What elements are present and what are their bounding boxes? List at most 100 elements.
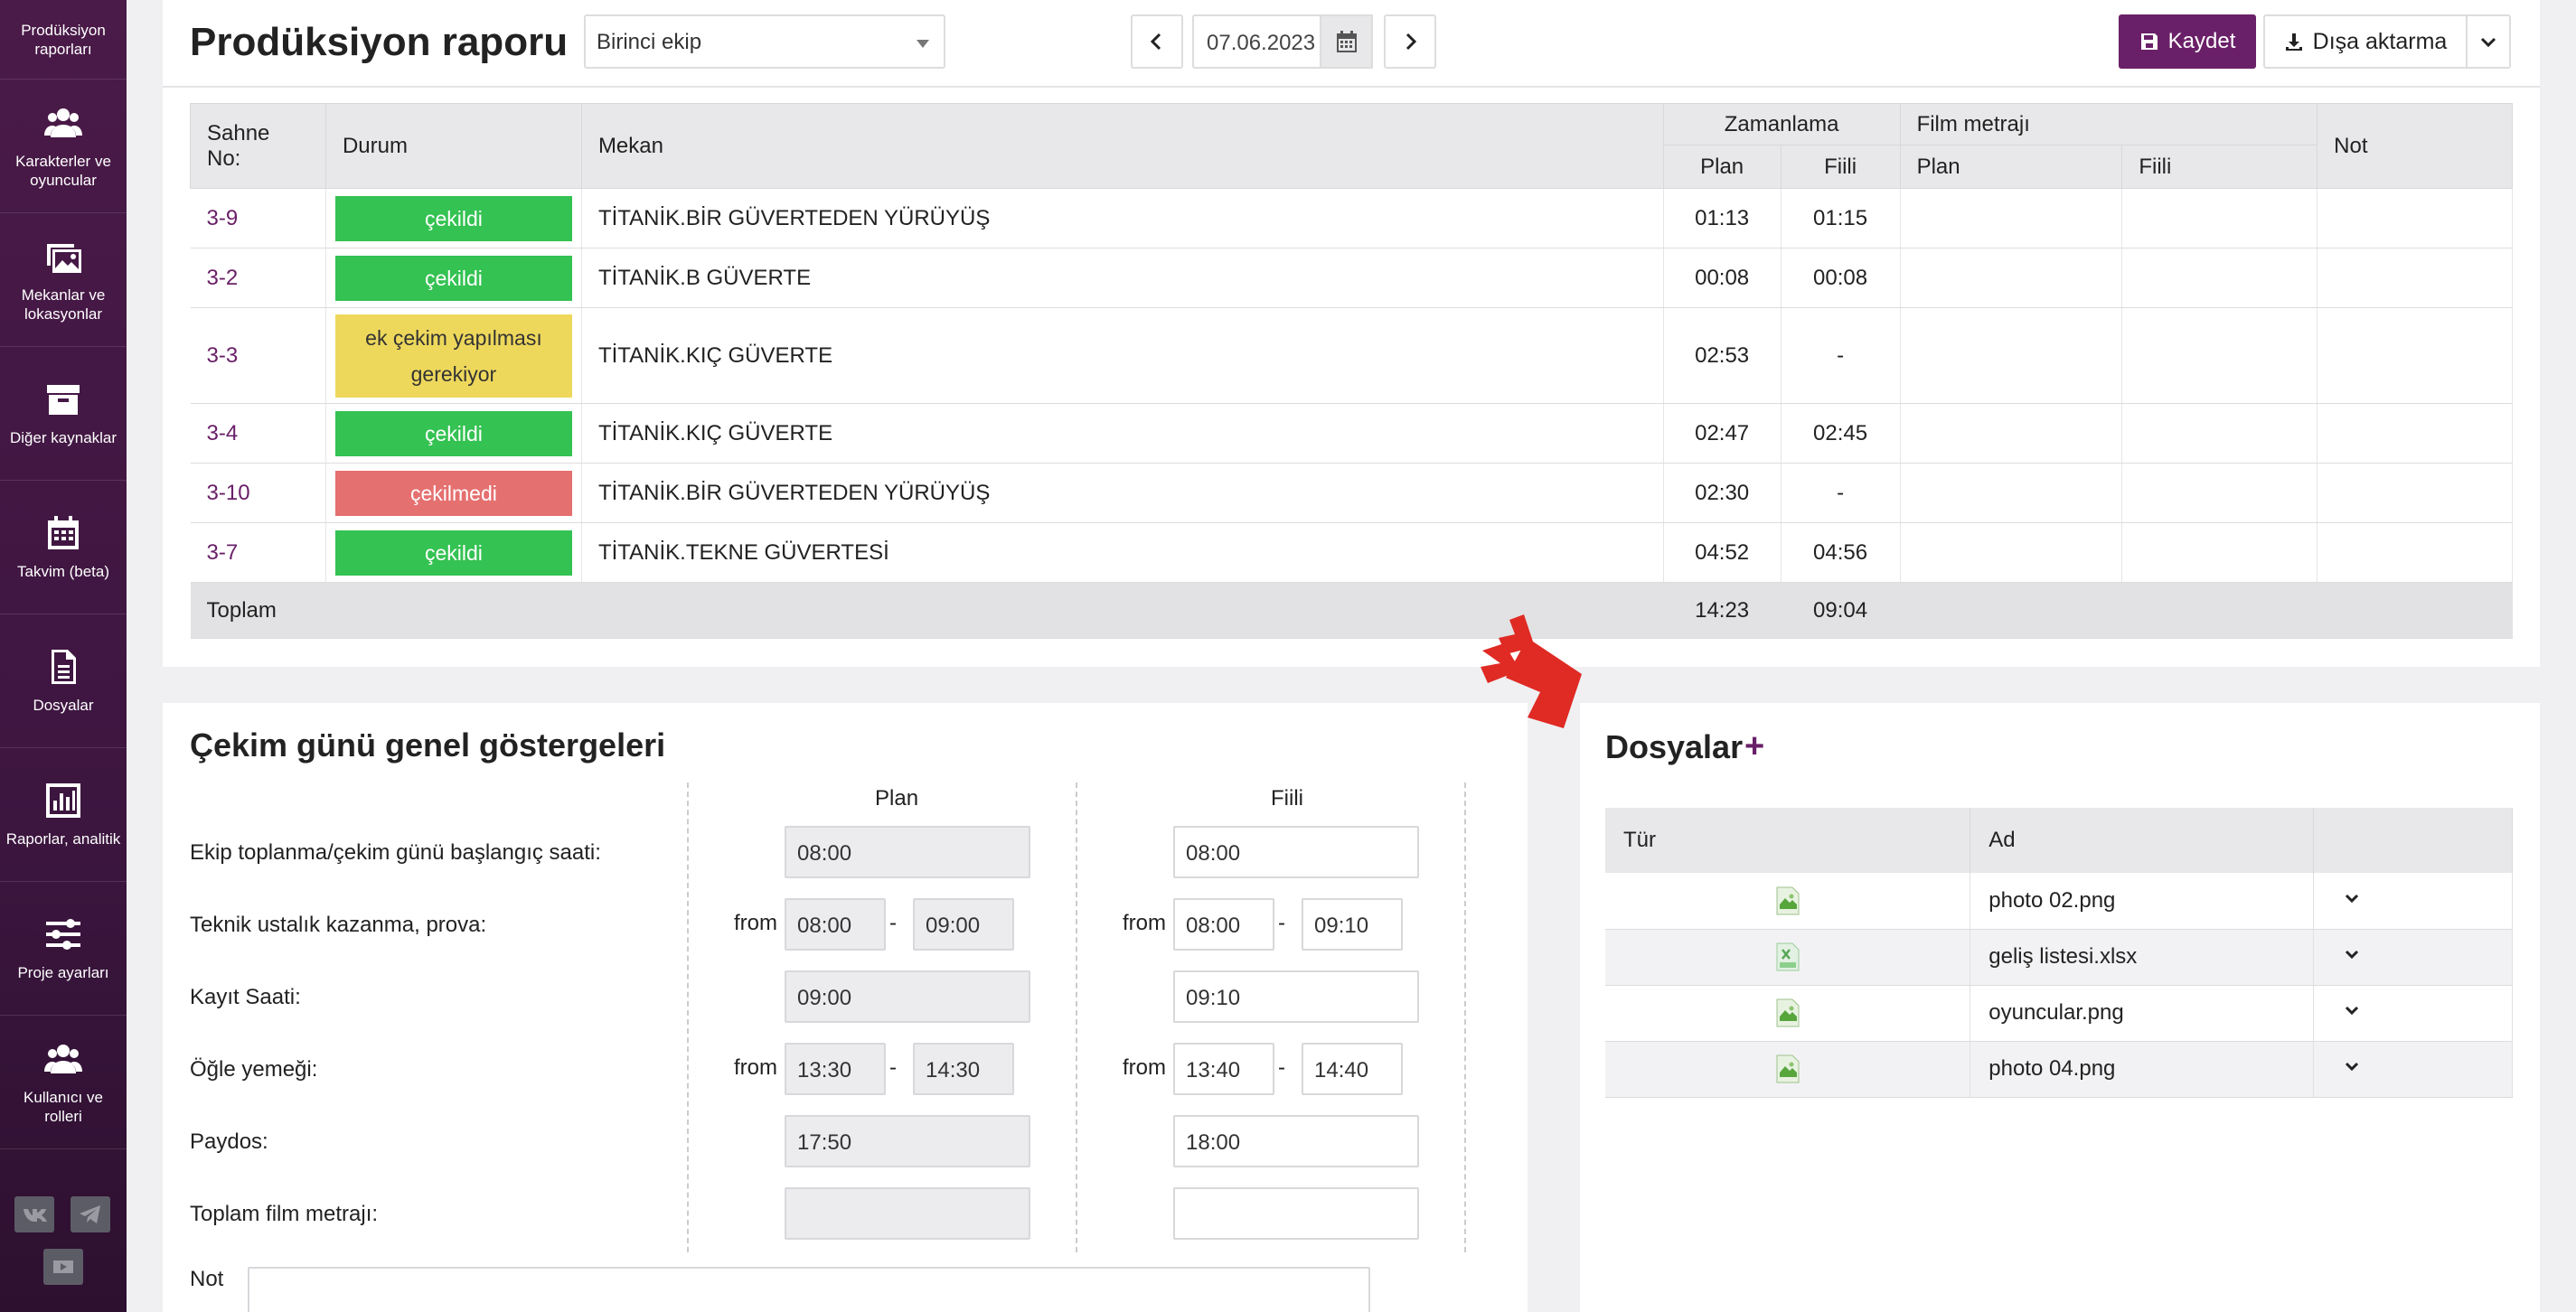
- status-badge[interactable]: ek çekim yapılması gerekiyor: [334, 314, 572, 398]
- wrap-actual-field[interactable]: 18:00: [1173, 1115, 1419, 1167]
- timing-actual-cell: 04:56: [1781, 522, 1901, 583]
- tech-actual-from-field[interactable]: 08:00: [1173, 898, 1274, 951]
- note-cell[interactable]: [2317, 248, 2513, 308]
- sidebar-item-users-roles[interactable]: Kullanıcı ve rolleri: [0, 1016, 127, 1149]
- footage-actual-cell[interactable]: [2121, 463, 2318, 523]
- chevron-right-icon: [1406, 33, 1417, 51]
- sidebar-item-characters[interactable]: Karakterler ve oyuncular: [0, 80, 127, 213]
- tech-label: Teknik ustalık kazanma, prova:: [190, 913, 487, 937]
- chevron-down-icon: [2480, 37, 2496, 48]
- file-name[interactable]: photo 02.png: [1970, 873, 2315, 930]
- chevron-down-icon[interactable]: [2343, 1057, 2361, 1075]
- col-note: Not: [2317, 103, 2513, 189]
- footage-plan-cell[interactable]: [1900, 522, 2123, 583]
- sidebar-item-project-settings[interactable]: Proje ayarları: [0, 882, 127, 1016]
- sidebar-item-label: Karakterler ve oyuncular: [15, 152, 111, 189]
- scene-link[interactable]: 3-2: [190, 248, 326, 308]
- footage-plan-cell[interactable]: [1900, 307, 2123, 404]
- add-file-button[interactable]: +: [1744, 727, 1764, 766]
- sidebar-item-files[interactable]: Dosyalar: [0, 614, 127, 748]
- location-cell: TİTANİK.KIÇ GÜVERTE: [581, 307, 1664, 404]
- total-plan: 14:23: [1663, 582, 1782, 639]
- export-dropdown-button[interactable]: [2466, 14, 2511, 69]
- footage-plan-cell[interactable]: [1900, 403, 2123, 464]
- sidebar-item-label: Mekanlar ve lokasyonlar: [21, 286, 106, 323]
- col-footage: Film metrajı: [1899, 103, 2318, 145]
- scene-link[interactable]: 3-9: [190, 188, 326, 248]
- note-cell[interactable]: [2317, 463, 2513, 523]
- scene-link[interactable]: 3-3: [190, 307, 326, 404]
- footage-actual-cell[interactable]: [2121, 188, 2318, 248]
- file-name[interactable]: oyuncular.png: [1970, 985, 2315, 1042]
- col-timing-actual: Fiili: [1780, 145, 1901, 189]
- file-name[interactable]: photo 04.png: [1970, 1041, 2315, 1098]
- footage-actual-cell[interactable]: [2121, 522, 2318, 583]
- sliders-icon: [46, 919, 80, 950]
- status-badge[interactable]: çekilmedi: [334, 470, 572, 516]
- scenes-table: Sahne No: Durum Mekan Zamanlama Film met…: [190, 103, 2513, 639]
- location-cell: TİTANİK.BİR GÜVERTEDEN YÜRÜYÜŞ: [581, 188, 1664, 248]
- scene-link[interactable]: 3-7: [190, 522, 326, 583]
- file-name[interactable]: geliş listesi.xlsx: [1970, 929, 2315, 986]
- sidebar-item-production-reports[interactable]: Prodüksiyon raporları: [0, 0, 127, 80]
- footage-plan-cell[interactable]: [1900, 188, 2123, 248]
- export-button[interactable]: Dışa aktarma: [2263, 14, 2468, 69]
- scene-link[interactable]: 3-10: [190, 463, 326, 523]
- chevron-down-icon[interactable]: [2343, 1001, 2361, 1019]
- next-date-button[interactable]: [1384, 14, 1436, 69]
- production-report-panel: Prodüksiyon raporu Birinci ekip 07.06.20…: [163, 0, 2540, 667]
- lunch-actual-to-field[interactable]: 14:40: [1302, 1043, 1403, 1095]
- total-actual: 09:04: [1781, 582, 1901, 639]
- col-timing: Zamanlama: [1662, 103, 1901, 145]
- prev-date-button[interactable]: [1131, 14, 1183, 69]
- range-separator: -: [889, 911, 897, 935]
- calendar-icon: [48, 516, 79, 549]
- scene-link[interactable]: 3-4: [190, 403, 326, 464]
- sidebar-item-calendar[interactable]: Takvim (beta): [0, 481, 127, 614]
- col-timing-plan: Plan: [1662, 145, 1782, 189]
- indicators-title: Çekim günü genel göstergeleri: [190, 726, 666, 764]
- timing-plan-cell: 00:08: [1663, 248, 1782, 308]
- footage-actual-cell[interactable]: [2121, 248, 2318, 308]
- image-icon: [47, 243, 81, 273]
- table-row: 3-3 ek çekim yapılması gerekiyor TİTANİK…: [190, 307, 2513, 404]
- note-cell[interactable]: [2317, 403, 2513, 464]
- youtube-icon[interactable]: [43, 1249, 83, 1285]
- sidebar-item-reports[interactable]: Raporlar, analitik: [0, 748, 127, 882]
- note-cell[interactable]: [2317, 522, 2513, 583]
- png-file-icon: [1776, 1054, 1800, 1083]
- location-cell: TİTANİK.BİR GÜVERTEDEN YÜRÜYÜŞ: [581, 463, 1664, 523]
- footage-actual-field[interactable]: [1173, 1187, 1419, 1240]
- location-cell: TİTANİK.KIÇ GÜVERTE: [581, 403, 1664, 464]
- record-actual-field[interactable]: 09:10: [1173, 970, 1419, 1023]
- col-type: Tür: [1605, 808, 1971, 873]
- footage-plan-cell[interactable]: [1900, 248, 2123, 308]
- sidebar-item-other-resources[interactable]: Diğer kaynaklar: [0, 347, 127, 481]
- footage-actual-cell[interactable]: [2121, 403, 2318, 464]
- chevron-down-icon[interactable]: [2343, 889, 2361, 907]
- crew-call-actual-field[interactable]: 08:00: [1173, 826, 1419, 878]
- crew-select-value: Birinci ekip: [597, 30, 702, 54]
- vk-icon[interactable]: [14, 1196, 54, 1232]
- status-badge[interactable]: çekildi: [334, 410, 572, 456]
- footage-actual-cell[interactable]: [2121, 307, 2318, 404]
- note-cell[interactable]: [2317, 188, 2513, 248]
- note-textarea[interactable]: [248, 1267, 1370, 1312]
- sidebar-item-label: Prodüksiyon raporları: [21, 21, 106, 58]
- status-badge[interactable]: çekildi: [334, 255, 572, 301]
- lunch-actual-from-field[interactable]: 13:40: [1173, 1043, 1274, 1095]
- users-icon: [44, 108, 82, 137]
- col-status: Durum: [324, 103, 582, 189]
- save-button[interactable]: Kaydet: [2119, 14, 2256, 69]
- chevron-down-icon[interactable]: [2343, 945, 2361, 963]
- note-cell[interactable]: [2317, 307, 2513, 404]
- sidebar-item-locations[interactable]: Mekanlar ve lokasyonlar: [0, 213, 127, 347]
- crew-select[interactable]: Birinci ekip: [584, 14, 945, 69]
- tech-actual-to-field[interactable]: 09:10: [1302, 898, 1403, 951]
- footage-plan-cell[interactable]: [1900, 463, 2123, 523]
- status-badge[interactable]: çekildi: [334, 195, 572, 241]
- status-badge[interactable]: çekildi: [334, 529, 572, 576]
- calendar-button[interactable]: [1320, 14, 1373, 69]
- telegram-icon[interactable]: [71, 1196, 110, 1232]
- lunch-label: Öğle yemeği:: [190, 1057, 318, 1082]
